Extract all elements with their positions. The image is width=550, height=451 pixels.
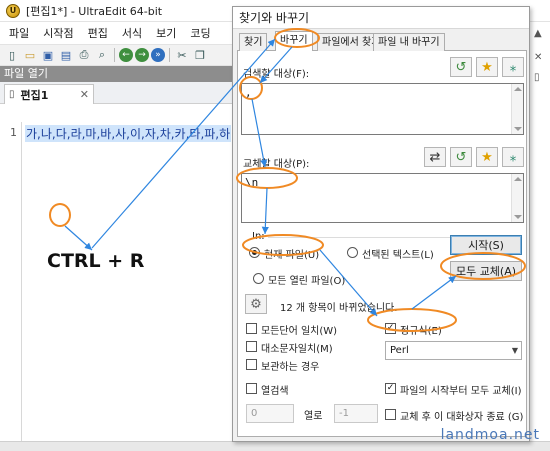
start-button[interactable]: 시작(S) [450,235,522,255]
status-message: 12 개 항목이 바뀌었습니다. [280,303,398,314]
from-top-label[interactable]: 파일의 시작부터 모두 교체(I) [400,382,522,397]
scope-all-open-files-label[interactable]: 모든 열린 파일(O) [268,272,345,287]
document-tab[interactable]: ▯ 편집1 ✕ [4,84,94,104]
swap-icon[interactable]: ⇄ [424,147,446,167]
ultraedit-logo-icon: U [6,3,20,18]
window-title: [편집1*] - UltraEdit 64-bit [26,4,163,18]
match-case-label[interactable]: 대소문자일치(M) [261,340,333,355]
print-icon[interactable]: ⎙ [76,47,92,63]
replace-scrollbar[interactable] [511,174,523,222]
document-icon: ▯ [9,89,15,100]
find-scrollbar[interactable] [511,84,523,134]
menu-bar: 파일 시작점 편집 서식 보기 코딩 [0,22,240,44]
editor-area[interactable]: 가,나,다,라,마,바,사,이,자,차,카,타,파,하 [23,122,240,442]
close-after-label[interactable]: 교체 후 이 대화상자 종료 (G) [400,408,523,423]
column-separator-label: 열로 [304,411,323,422]
copy-icon[interactable]: ❐ [192,47,208,63]
replace-all-button[interactable]: 모두 교체(A) [450,261,522,281]
file-open-panel-header: 파일 열기 [0,66,240,82]
whole-word-label[interactable]: 모든단어 일치(W) [261,322,337,337]
highlight-ellipse-comma [49,203,71,227]
save-icon[interactable]: ▣ [40,47,56,63]
main-toolbar: ▯ ▭ ▣ ▤ ⎙ ⌕ ← → » ✂ ❐ [0,44,240,66]
open-folder-icon[interactable]: ▭ [22,47,38,63]
scope-selected-text-label[interactable]: 선택된 텍스트(L) [362,246,434,261]
new-file-icon[interactable]: ▯ [4,47,20,63]
dialog-body: 검색할 대상(F): ↺ ★ ⁎ , 교체할 대상(P): ⇄ ↺ ★ ⁎ \n… [237,51,527,437]
find-input-value: , [245,86,252,99]
scope-group-line [268,237,458,238]
line-number: 1 [10,126,17,139]
history-icon[interactable]: ↺ [450,57,472,77]
selected-text-line[interactable]: 가,나,다,라,마,바,사,이,자,차,카,타,파,하 [25,125,232,142]
menu-view[interactable]: 보기 [149,23,183,43]
regex-engine-select[interactable]: Perl ▼ [385,341,522,360]
whole-word-checkbox[interactable] [246,323,257,334]
close-after-checkbox[interactable] [385,409,396,420]
cut-icon[interactable]: ✂ [174,47,190,63]
document-tab-label: 편집1 [20,88,49,102]
pin-icon[interactable]: ✕ [534,52,542,63]
regex-checkbox[interactable]: ✓ [385,323,396,334]
line-number-gutter: 1 [0,122,22,442]
close-icon[interactable]: ✕ [80,88,89,101]
replace-input[interactable]: \n [241,173,524,223]
regex-engine-value: Perl [390,345,409,356]
find-input[interactable]: , [241,83,524,135]
history-icon[interactable]: ↺ [450,147,472,167]
scope-all-open-files-radio[interactable] [253,273,264,284]
dialog-tabs: 찾기 바꾸기 파일에서 찾기 파일 내 바꾸기 [237,31,527,52]
preserve-case-checkbox[interactable] [246,359,257,370]
special-char-icon[interactable]: ⁎ [502,57,524,77]
toolbar-separator [169,48,170,62]
find-label: 검색할 대상(F): [243,69,310,80]
replace-label: 교체할 대상(P): [243,159,310,170]
right-side-strip: ▲ ✕ ▯ [530,22,550,441]
toolbar-separator [114,48,115,62]
replace-input-value: \n [245,176,259,189]
match-case-checkbox[interactable] [246,341,257,352]
back-icon[interactable]: ← [119,48,133,62]
menu-file[interactable]: 파일 [2,23,36,43]
find-replace-dialog: 찾기와 바꾸기 찾기 바꾸기 파일에서 찾기 파일 내 바꾸기 검색할 대상(F… [232,6,530,442]
settings-gear-icon[interactable]: ⚙ [245,294,267,314]
column-from-input: 0 [246,404,294,423]
menu-coding[interactable]: 코딩 [183,23,217,43]
column-search-label[interactable]: 열검색 [261,382,289,397]
from-top-checkbox[interactable]: ✓ [385,383,396,394]
tab-replace[interactable]: 바꾸기 [275,31,313,52]
column-to-input: -1 [334,404,378,423]
next-icon[interactable]: » [151,48,165,62]
scroll-up-icon[interactable]: ▲ [534,28,542,39]
tab-find[interactable]: 찾기 [239,33,268,51]
favorite-star-icon[interactable]: ★ [476,57,498,77]
scope-current-file-radio[interactable] [249,247,260,258]
document-tabstrip: ▯ 편집1 ✕ [0,82,240,104]
menu-format[interactable]: 서식 [115,23,149,43]
in-label: In: [252,231,265,242]
scope-current-file-label[interactable]: 현재 파일(U) [264,246,319,261]
dialog-title: 찾기와 바꾸기 [233,7,529,29]
panel-icon[interactable]: ▯ [534,72,540,83]
menu-edit[interactable]: 편집 [81,23,115,43]
watermark: landmoa.net [440,427,540,443]
favorite-star-icon[interactable]: ★ [476,147,498,167]
forward-icon[interactable]: → [135,48,149,62]
column-ruler [0,104,240,122]
chevron-down-icon: ▼ [511,346,518,355]
regex-label[interactable]: 정규식(E) [400,322,442,337]
scope-selected-text-radio[interactable] [347,247,358,258]
save-all-icon[interactable]: ▤ [58,47,74,63]
preserve-case-label[interactable]: 보관하는 경우 [261,358,319,373]
print-preview-icon[interactable]: ⌕ [94,47,110,63]
shortcut-annotation: CTRL + R [47,250,145,272]
tab-replace-in-files[interactable]: 파일 내 바꾸기 [373,33,445,51]
column-search-checkbox[interactable] [246,383,257,394]
special-char-icon[interactable]: ⁎ [502,147,524,167]
menu-start[interactable]: 시작점 [36,23,80,43]
